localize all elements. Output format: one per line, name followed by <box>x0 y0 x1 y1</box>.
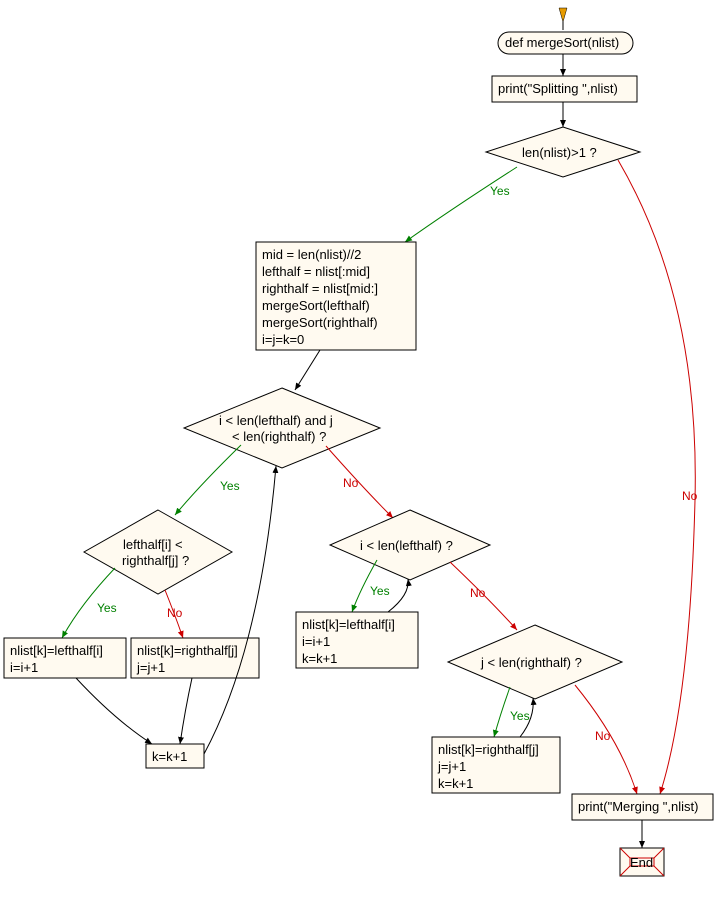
ar1-l1: nlist[k]=righthalf[j] <box>137 643 238 658</box>
init-l6: i=j=k=0 <box>262 332 304 347</box>
while-i-no-label: No <box>470 586 486 600</box>
init-l4: mergeSort(lefthalf) <box>262 298 370 313</box>
ar2-l3: k=k+1 <box>438 776 473 791</box>
while-ij-l2: < len(righthalf) ? <box>232 429 326 444</box>
len-yes-label: Yes <box>490 184 510 198</box>
init-l1: mid = len(nlist)//2 <box>262 247 361 262</box>
while-i-yes-label: Yes <box>370 584 390 598</box>
node-init-block: mid = len(nlist)//2 lefthalf = nlist[:mi… <box>256 242 416 350</box>
while-ij-l1: i < len(lefthalf) and j <box>219 413 333 428</box>
cmp-l2: righthalf[j] ? <box>122 553 189 568</box>
cmp-yes-label: Yes <box>97 601 117 615</box>
node-cmp-lr: lefthalf[i] < righthalf[j] ? <box>84 510 232 594</box>
node-assign-left2: nlist[k]=lefthalf[i] i=i+1 k=k+1 <box>296 612 418 668</box>
node-while-ij: i < len(lefthalf) and j < len(righthalf)… <box>184 388 380 468</box>
entry-arrow-icon <box>559 8 567 22</box>
while-ij-no-label: No <box>343 476 359 490</box>
edge-len-no <box>618 160 695 794</box>
node-assign-right1: nlist[k]=righthalf[j] j=j+1 <box>131 638 259 678</box>
len-no-label: No <box>682 489 698 503</box>
node-assign-left1: nlist[k]=lefthalf[i] i=i+1 <box>4 638 126 678</box>
edge-while-ij-no <box>326 446 393 518</box>
len-gt1-label: len(nlist)>1 ? <box>522 145 597 160</box>
al2-l1: nlist[k]=lefthalf[i] <box>302 617 395 632</box>
edge-kinc-loop <box>204 466 276 754</box>
edge-init-while-ij <box>295 350 320 390</box>
print-split-label: print("Splitting ",nlist) <box>498 81 618 96</box>
node-while-j: j < len(righthalf) ? <box>448 625 622 699</box>
cmp-l1: lefthalf[i] < <box>123 537 183 552</box>
while-i-label: i < len(lefthalf) ? <box>360 538 453 553</box>
node-assign-right2: nlist[k]=righthalf[j] j=j+1 k=k+1 <box>432 737 560 793</box>
edge-len-yes <box>405 167 517 242</box>
al1-l2: i=i+1 <box>10 660 38 675</box>
node-print-merge: print("Merging ",nlist) <box>572 794 713 820</box>
while-ij-yes-label: Yes <box>220 479 240 493</box>
init-l5: mergeSort(righthalf) <box>262 315 378 330</box>
print-merge-label: print("Merging ",nlist) <box>578 799 699 814</box>
while-j-no-label: No <box>595 729 611 743</box>
ar2-l2: j=j+1 <box>437 759 466 774</box>
while-j-yes-label: Yes <box>510 709 530 723</box>
node-k-inc: k=k+1 <box>146 744 204 768</box>
while-j-label: j < len(righthalf) ? <box>480 655 582 670</box>
edge-while-j-yes <box>494 687 510 737</box>
node-len-gt1: len(nlist)>1 ? <box>486 127 640 177</box>
flowchart-canvas: def mergeSort(nlist) print("Splitting ",… <box>0 0 719 905</box>
cmp-no-label: No <box>167 606 183 620</box>
init-l3: righthalf = nlist[mid:] <box>262 281 378 296</box>
node-end: End <box>620 848 664 876</box>
k-inc-label: k=k+1 <box>152 749 187 764</box>
init-l2: lefthalf = nlist[:mid] <box>262 264 370 279</box>
edge-ar1-kinc <box>180 678 192 744</box>
end-label: End <box>630 855 653 870</box>
func-label: def mergeSort(nlist) <box>505 35 619 50</box>
al1-l1: nlist[k]=lefthalf[i] <box>10 643 103 658</box>
edge-al1-kinc <box>76 678 152 744</box>
node-func: def mergeSort(nlist) <box>498 32 633 54</box>
al2-l2: i=i+1 <box>302 634 330 649</box>
node-while-i: i < len(lefthalf) ? <box>330 510 490 580</box>
al2-l3: k=k+1 <box>302 651 337 666</box>
node-print-split: print("Splitting ",nlist) <box>492 76 637 102</box>
ar1-l2: j=j+1 <box>136 660 165 675</box>
edge-al2-loop <box>388 579 408 612</box>
ar2-l1: nlist[k]=righthalf[j] <box>438 742 539 757</box>
